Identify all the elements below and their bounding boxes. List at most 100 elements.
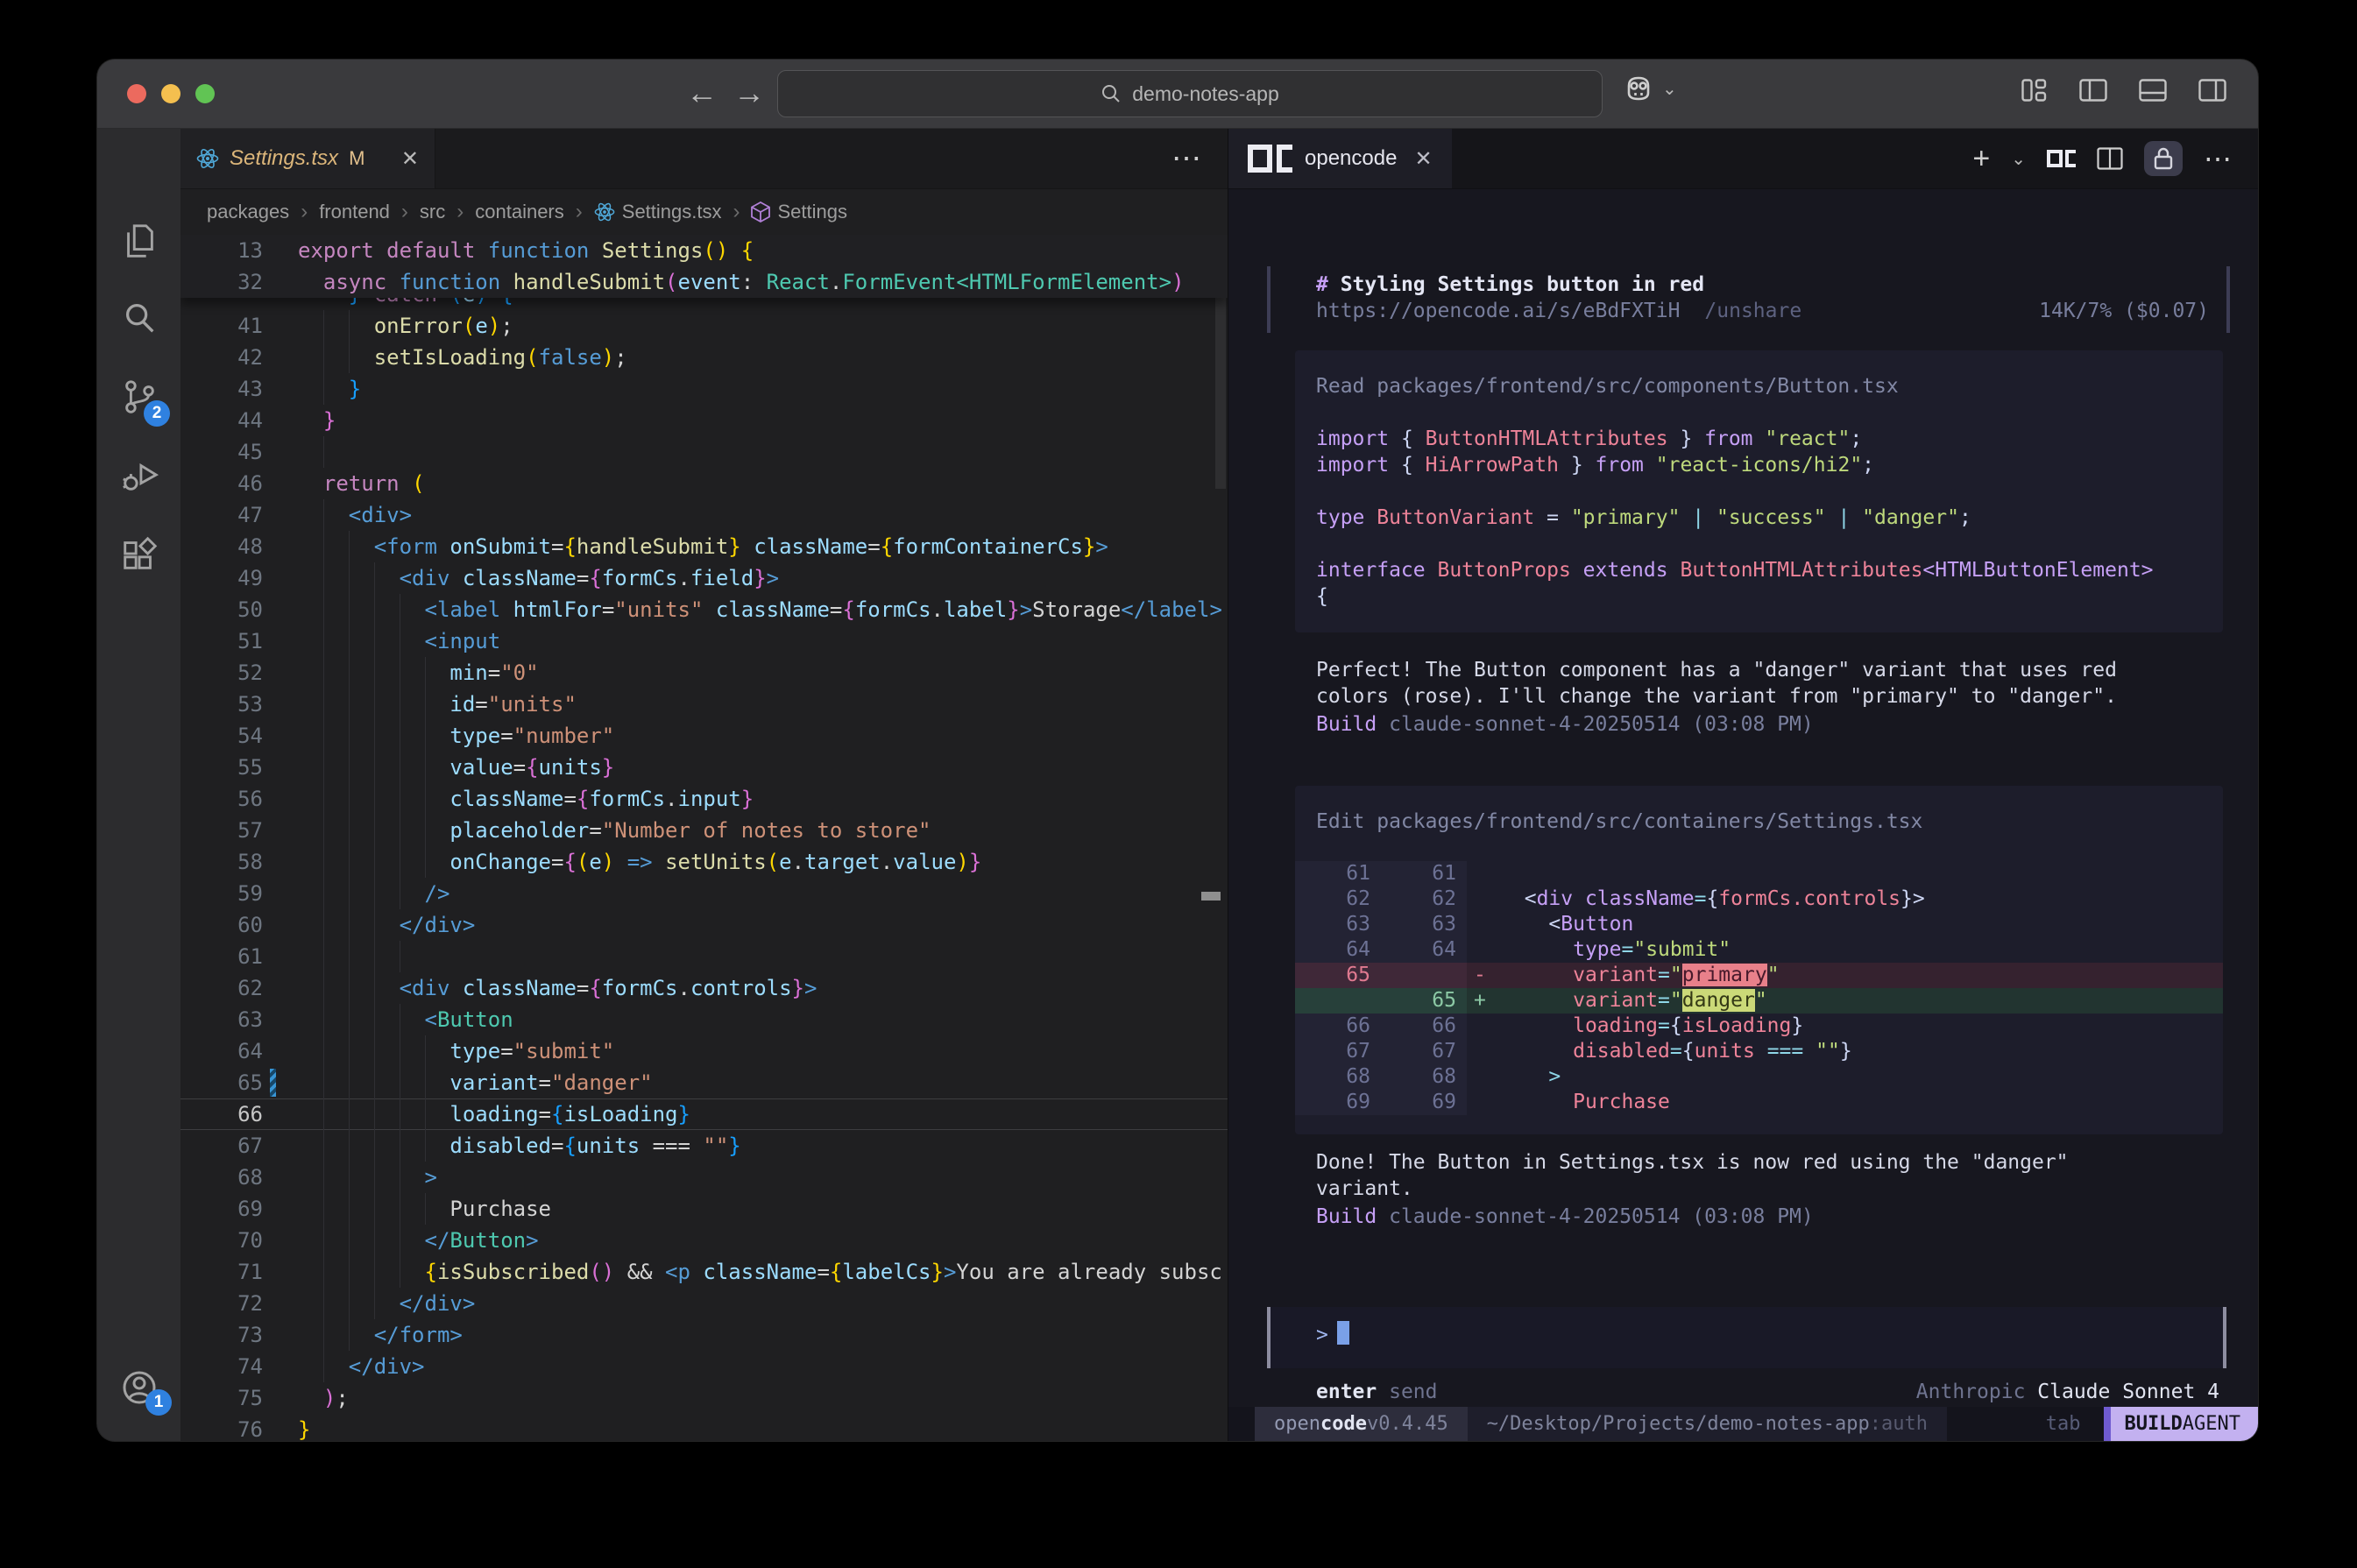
tab-opencode[interactable]: opencode ✕ <box>1228 129 1452 188</box>
line-number: 52 <box>180 657 263 689</box>
agent-mode-badge[interactable]: BUILD AGENT <box>2111 1407 2258 1441</box>
breadcrumb-item-src[interactable]: src <box>420 201 445 223</box>
code-line-43[interactable]: 43 } <box>180 373 1228 405</box>
prompt-input[interactable]: > <box>1267 1307 2226 1368</box>
code-line-68[interactable]: 68 > <box>180 1162 1228 1193</box>
toggle-right-panel-icon[interactable] <box>2198 79 2226 102</box>
code-line-57[interactable]: 57 placeholder="Number of notes to store… <box>180 815 1228 846</box>
code-line-47[interactable]: 47 <div> <box>180 499 1228 531</box>
sidebar-item-settings[interactable]: ⚙ <box>97 1428 180 1441</box>
copilot-menu[interactable]: ⌄ <box>1624 75 1677 102</box>
code-line-50[interactable]: 50 <label htmlFor="units" className={for… <box>180 594 1228 625</box>
minimize-window-button[interactable] <box>161 84 180 103</box>
code-line-64[interactable]: 64 type="submit" <box>180 1035 1228 1067</box>
code-line-45[interactable]: 45 <box>180 436 1228 468</box>
code-editor[interactable]: 13export default function Settings() {32… <box>180 235 1228 1441</box>
code-line-75[interactable]: 75 ); <box>180 1382 1228 1414</box>
code-line-41[interactable]: 41 onError(e); <box>180 310 1228 342</box>
zoom-window-button[interactable] <box>195 84 215 103</box>
read-code-line: import { ButtonHTMLAttributes } from "re… <box>1316 426 2202 452</box>
sidebar-item-source-control[interactable]: 2 <box>97 358 180 435</box>
prompt-hints: enter send Anthropic Claude Sonnet 4 <box>1316 1379 2219 1405</box>
code-line-48[interactable]: 48 <form onSubmit={handleSubmit} classNa… <box>180 531 1228 562</box>
code-line-70[interactable]: 70 </Button> <box>180 1225 1228 1256</box>
code-line-53[interactable]: 53 id="units" <box>180 689 1228 720</box>
editor-more-actions[interactable]: ⋯ <box>1171 129 1201 188</box>
new-terminal-icon[interactable]: + <box>1972 142 1990 176</box>
code-line-67[interactable]: 67 disabled={units === ""} <box>180 1130 1228 1162</box>
code-line-58[interactable]: 58 onChange={(e) => setUnits(e.target.va… <box>180 846 1228 878</box>
breadcrumb-item-settings[interactable]: Settings <box>751 201 847 223</box>
sidebar-item-run-debug[interactable] <box>97 437 180 514</box>
session-share-url[interactable]: https://opencode.ai/s/eBdFXTiH <box>1316 298 1680 324</box>
react-icon <box>594 201 615 222</box>
forward-button[interactable]: → <box>733 74 765 112</box>
sidebar-item-search[interactable] <box>97 279 180 357</box>
breadcrumb-item-containers[interactable]: containers <box>475 201 564 223</box>
opencode-panel: opencode ✕ + ⌄ ⋯ <box>1228 129 2258 1441</box>
window-controls[interactable] <box>127 84 215 103</box>
sidebar-item-accounts[interactable]: 1 <box>97 1349 180 1426</box>
code-line-60[interactable]: 60 </div> <box>180 909 1228 941</box>
toggle-bottom-panel-icon[interactable] <box>2139 79 2167 102</box>
code-line-[interactable]: } catch (e) { <box>180 298 1228 310</box>
sidebar-item-explorer[interactable] <box>97 202 180 279</box>
opencode-launch-icon[interactable] <box>2047 150 2076 167</box>
back-button[interactable]: ← <box>686 74 718 112</box>
chevron-down-icon[interactable]: ⌄ <box>2011 148 2026 170</box>
code-line-74[interactable]: 74 </div> <box>180 1351 1228 1382</box>
code-line-73[interactable]: 73 </form> <box>180 1319 1228 1351</box>
read-tool-card: Read packages/frontend/src/components/Bu… <box>1295 350 2223 632</box>
breadcrumb-item-settings-tsx[interactable]: Settings.tsx <box>594 201 722 223</box>
account-badge: 1 <box>145 1389 172 1416</box>
breadcrumb: packages›frontend›src›containers›Setting… <box>180 189 1228 235</box>
line-number <box>180 298 263 310</box>
code-line-72[interactable]: 72 </div> <box>180 1288 1228 1319</box>
close-icon[interactable]: ✕ <box>401 146 419 172</box>
lock-icon[interactable] <box>2144 141 2183 176</box>
code-line-44[interactable]: 44 } <box>180 405 1228 436</box>
breadcrumb-item-frontend[interactable]: frontend <box>319 201 390 223</box>
code-line-69[interactable]: 69 Purchase <box>180 1193 1228 1225</box>
code-line-49[interactable]: 49 <div className={formCs.field}> <box>180 562 1228 594</box>
app-version: opencode v0.4.45 <box>1255 1407 1468 1441</box>
line-number: 49 <box>180 562 263 594</box>
code-line-42[interactable]: 42 setIsLoading(false); <box>180 342 1228 373</box>
more-actions-icon[interactable]: ⋯ <box>2204 142 2233 175</box>
code-line-56[interactable]: 56 className={formCs.input} <box>180 783 1228 815</box>
assistant-message: Done! The Button in Settings.tsx is now … <box>1316 1149 2219 1202</box>
code-line-66[interactable]: 66 loading={isLoading} <box>180 1098 1228 1130</box>
read-code-line <box>1316 399 2202 426</box>
close-icon[interactable]: ✕ <box>1414 146 1432 172</box>
code-line-59[interactable]: 59 /> <box>180 878 1228 909</box>
line-number: 58 <box>180 846 263 878</box>
run-debug-icon <box>119 456 159 496</box>
code-line-13[interactable]: 13export default function Settings() { <box>180 235 1228 266</box>
code-line-32[interactable]: 32 async function handleSubmit(event: Re… <box>180 266 1228 298</box>
sidebar-item-extensions[interactable] <box>97 516 180 593</box>
command-center-search[interactable]: demo-notes-app <box>777 70 1603 117</box>
close-window-button[interactable] <box>127 84 146 103</box>
code-line-52[interactable]: 52 min="0" <box>180 657 1228 689</box>
customize-layout-icon[interactable] <box>2021 79 2048 102</box>
toggle-left-panel-icon[interactable] <box>2079 79 2107 102</box>
code-line-61[interactable]: 61 <box>180 941 1228 972</box>
unshare-command[interactable]: /unshare <box>1704 298 1801 324</box>
code-line-55[interactable]: 55 value={units} <box>180 752 1228 783</box>
code-line-62[interactable]: 62 <div className={formCs.controls}> <box>180 972 1228 1004</box>
files-icon <box>119 221 159 261</box>
code-line-46[interactable]: 46 return ( <box>180 468 1228 499</box>
tab-label: Settings.tsx <box>230 146 338 171</box>
tab-settings-tsx[interactable]: Settings.tsx M ✕ <box>180 129 435 188</box>
line-number: 70 <box>180 1225 263 1256</box>
build-meta-line: Build claude-sonnet-4-20250514 (03:08 PM… <box>1316 711 1814 738</box>
code-line-51[interactable]: 51 <input <box>180 625 1228 657</box>
code-line-54[interactable]: 54 type="number" <box>180 720 1228 752</box>
split-terminal-icon[interactable] <box>2097 147 2123 170</box>
code-line-65[interactable]: 65 variant="danger" <box>180 1067 1228 1098</box>
breadcrumb-item-packages[interactable]: packages <box>207 201 289 223</box>
code-line-76[interactable]: 76} <box>180 1414 1228 1441</box>
diff-row: 6464 type="submit" <box>1295 937 2223 963</box>
code-line-71[interactable]: 71 {isSubscribed() && <p className={labe… <box>180 1256 1228 1288</box>
code-line-63[interactable]: 63 <Button <box>180 1004 1228 1035</box>
